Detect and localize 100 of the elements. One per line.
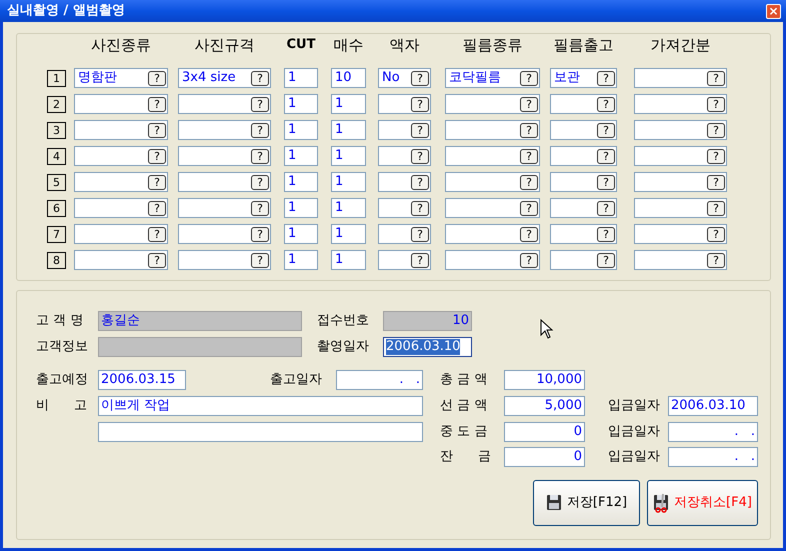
lookup-field[interactable]: ? — [445, 94, 540, 114]
lookup-field[interactable]: ? — [634, 172, 727, 192]
lookup-field[interactable]: ? — [550, 198, 617, 218]
lookup-field[interactable]: ? — [445, 198, 540, 218]
lookup-field[interactable]: ? — [634, 94, 727, 114]
lookup-field[interactable]: ? — [634, 250, 727, 270]
lookup-field[interactable]: ? — [74, 250, 168, 270]
input-field[interactable]: 10,000 — [504, 370, 585, 390]
lookup-button[interactable]: ? — [597, 226, 615, 242]
lookup-field[interactable]: ? — [550, 146, 617, 166]
input-field[interactable]: 1 — [331, 224, 366, 244]
lookup-field[interactable]: 3x4 size ? — [178, 68, 271, 88]
input-field[interactable]: 1 — [284, 172, 318, 192]
lookup-field[interactable]: ? — [445, 120, 540, 140]
lookup-button[interactable]: ? — [597, 252, 615, 268]
input-field[interactable]: 0 — [504, 447, 585, 467]
lookup-field[interactable]: ? — [74, 120, 168, 140]
input-field[interactable]: 10 — [383, 311, 472, 331]
lookup-field[interactable]: ? — [74, 146, 168, 166]
lookup-field[interactable]: ? — [74, 172, 168, 192]
input-field[interactable]: 이쁘게 작업 — [98, 396, 423, 416]
lookup-button[interactable]: ? — [411, 96, 429, 112]
lookup-button[interactable]: ? — [411, 174, 429, 190]
lookup-button[interactable]: ? — [251, 200, 269, 216]
input-field[interactable]: 10 — [331, 68, 366, 88]
save-button[interactable]: 저장[F12] — [533, 480, 640, 526]
lookup-button[interactable]: ? — [707, 226, 725, 242]
lookup-field[interactable]: 보관 ? — [550, 68, 617, 88]
close-button[interactable]: × — [766, 4, 781, 18]
input-field[interactable]: . . — [336, 370, 423, 390]
lookup-button[interactable]: ? — [148, 174, 166, 190]
lookup-button[interactable]: ? — [707, 96, 725, 112]
input-field[interactable]: 5,000 — [504, 396, 585, 416]
lookup-button[interactable]: ? — [148, 226, 166, 242]
lookup-button[interactable]: ? — [148, 252, 166, 268]
lookup-field[interactable]: ? — [445, 224, 540, 244]
lookup-field[interactable]: ? — [178, 120, 271, 140]
lookup-field[interactable]: ? — [378, 250, 431, 270]
lookup-button[interactable]: ? — [411, 70, 429, 86]
lookup-field[interactable]: ? — [378, 198, 431, 218]
input-field[interactable]: 0 — [504, 422, 585, 442]
lookup-button[interactable]: ? — [520, 148, 538, 164]
lookup-button[interactable]: ? — [520, 174, 538, 190]
input-field[interactable]: . . — [668, 447, 758, 467]
input-field[interactable]: 1 — [331, 250, 366, 270]
input-field[interactable]: 2006.03.10 — [668, 396, 758, 416]
lookup-button[interactable]: ? — [411, 252, 429, 268]
lookup-field[interactable]: 명함판 ? — [74, 68, 168, 88]
input-field[interactable]: 2006.03.15 — [98, 370, 186, 390]
lookup-field[interactable]: ? — [550, 94, 617, 114]
lookup-button[interactable]: ? — [597, 96, 615, 112]
input-field[interactable]: 1 — [284, 68, 318, 88]
input-field[interactable]: 홍길순 — [98, 311, 302, 331]
lookup-field[interactable]: ? — [634, 224, 727, 244]
input-field[interactable]: 1 — [331, 198, 366, 218]
lookup-field[interactable]: No ? — [378, 68, 431, 88]
lookup-button[interactable]: ? — [520, 122, 538, 138]
lookup-field[interactable]: ? — [378, 94, 431, 114]
lookup-button[interactable]: ? — [251, 226, 269, 242]
lookup-button[interactable]: ? — [707, 200, 725, 216]
lookup-field[interactable]: ? — [445, 146, 540, 166]
lookup-button[interactable]: ? — [411, 226, 429, 242]
lookup-field[interactable]: ? — [178, 198, 271, 218]
input-field[interactable]: 1 — [331, 94, 366, 114]
input-field[interactable] — [98, 337, 302, 357]
lookup-field[interactable]: ? — [178, 94, 271, 114]
lookup-field[interactable]: ? — [378, 224, 431, 244]
lookup-button[interactable]: ? — [707, 148, 725, 164]
lookup-button[interactable]: ? — [148, 70, 166, 86]
lookup-field[interactable]: ? — [634, 198, 727, 218]
lookup-field[interactable]: ? — [550, 250, 617, 270]
cancel-button[interactable]: 저장취소[F4] — [647, 480, 758, 526]
lookup-button[interactable]: ? — [251, 148, 269, 164]
lookup-field[interactable]: ? — [178, 172, 271, 192]
lookup-button[interactable]: ? — [597, 200, 615, 216]
lookup-field[interactable]: ? — [74, 198, 168, 218]
lookup-button[interactable]: ? — [597, 122, 615, 138]
lookup-button[interactable]: ? — [251, 96, 269, 112]
input-field[interactable]: 2006.03.10 — [383, 337, 472, 357]
lookup-button[interactable]: ? — [597, 148, 615, 164]
lookup-field[interactable]: ? — [550, 224, 617, 244]
lookup-button[interactable]: ? — [411, 122, 429, 138]
lookup-field[interactable]: ? — [634, 146, 727, 166]
lookup-button[interactable]: ? — [707, 70, 725, 86]
lookup-button[interactable]: ? — [520, 200, 538, 216]
input-field[interactable]: 1 — [284, 94, 318, 114]
lookup-button[interactable]: ? — [411, 148, 429, 164]
lookup-field[interactable]: 코닥필름 ? — [445, 68, 540, 88]
lookup-button[interactable]: ? — [251, 174, 269, 190]
lookup-button[interactable]: ? — [411, 200, 429, 216]
lookup-field[interactable]: ? — [550, 120, 617, 140]
lookup-field[interactable]: ? — [178, 250, 271, 270]
lookup-field[interactable]: ? — [378, 146, 431, 166]
lookup-field[interactable]: ? — [74, 224, 168, 244]
lookup-button[interactable]: ? — [148, 96, 166, 112]
lookup-button[interactable]: ? — [707, 252, 725, 268]
input-field[interactable]: 1 — [331, 172, 366, 192]
lookup-button[interactable]: ? — [597, 70, 615, 86]
lookup-field[interactable]: ? — [550, 172, 617, 192]
input-field[interactable]: . . — [668, 422, 758, 442]
